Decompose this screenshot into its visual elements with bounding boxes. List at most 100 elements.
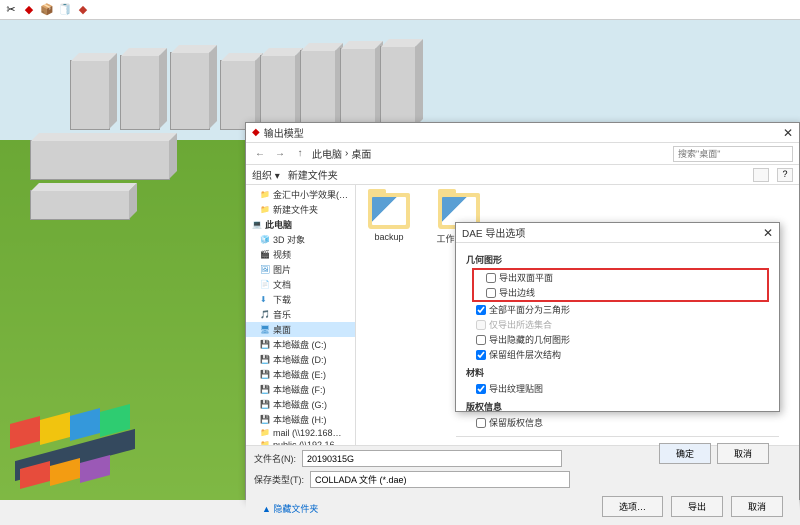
tree-item-icon: 📄 (260, 280, 270, 290)
opt-two-faces-checkbox[interactable] (486, 273, 496, 283)
nav-up-button[interactable]: ↑ (292, 148, 308, 159)
ruby-icon[interactable]: ◆ (76, 3, 90, 17)
scissors-icon[interactable]: ✂ (4, 3, 18, 17)
group-material-label: 材料 (466, 366, 769, 379)
tree-item-icon: 💾 (260, 385, 270, 395)
sketchup-icon: ◆ (252, 127, 260, 138)
tree-item[interactable]: ⬇下载 (246, 292, 355, 307)
tree-item-label: 本地磁盘 (D:) (273, 353, 327, 366)
tree-item-label: 视频 (273, 248, 291, 261)
tree-item-label: 文档 (273, 278, 291, 291)
model-playground (0, 380, 200, 500)
tree-item-label: 本地磁盘 (H:) (273, 413, 327, 426)
options-titlebar[interactable]: DAE 导出选项 ✕ (456, 223, 779, 243)
browser-toolbar: 组织 ▾ 新建文件夹 ? (246, 165, 799, 185)
tree-item-icon: 🖼 (260, 265, 270, 275)
app-toolbar: ✂ ◆ 📦 🧻 ◆ (0, 0, 800, 20)
tree-item[interactable]: 💾本地磁盘 (D:) (246, 352, 355, 367)
tree-item[interactable]: 📄文档 (246, 277, 355, 292)
opt-triangulate-checkbox[interactable] (476, 305, 486, 315)
tree-item[interactable]: 🖥桌面 (246, 322, 355, 337)
tree-item-icon: 📁 (260, 190, 270, 200)
nav-bar: ← → ↑ 此电脑 › 桌面 (246, 143, 799, 165)
tree-item[interactable]: 🖼图片 (246, 262, 355, 277)
folder-item[interactable]: backup (364, 193, 414, 242)
tree-item-icon: ⬇ (260, 295, 270, 305)
opt-hidden-label: 导出隐藏的几何图形 (489, 333, 570, 346)
breadcrumb[interactable]: 此电脑 › 桌面 (312, 146, 669, 161)
tree-item[interactable]: 💻此电脑 (246, 217, 355, 232)
options-cancel-button[interactable]: 取消 (717, 443, 769, 464)
tree-item-label: 本地磁盘 (G:) (273, 398, 327, 411)
opt-edges-checkbox[interactable] (486, 288, 496, 298)
roll-icon[interactable]: 🧻 (58, 3, 72, 17)
opt-hierarchy-checkbox[interactable] (476, 350, 486, 360)
breadcrumb-desktop[interactable]: 桌面 (351, 146, 371, 161)
opt-selection-checkbox (476, 320, 486, 330)
export-button[interactable]: 导出 (671, 496, 723, 517)
tree-item[interactable]: 💾本地磁盘 (E:) (246, 367, 355, 382)
tree-item-icon: 💾 (260, 355, 270, 365)
opt-copyright-label: 保留版权信息 (489, 416, 543, 429)
help-button[interactable]: ? (777, 168, 793, 182)
paint-icon[interactable]: ◆ (22, 3, 36, 17)
ok-button[interactable]: 确定 (659, 443, 711, 464)
filetype-select[interactable] (310, 471, 570, 488)
tree-item-icon: 💾 (260, 415, 270, 425)
tree-item-label: 音乐 (273, 308, 291, 321)
options-title: DAE 导出选项 (462, 225, 525, 240)
close-icon[interactable]: ✕ (783, 126, 793, 140)
tree-item[interactable]: 📁mail (\\192.168… (246, 427, 355, 439)
cube-icon[interactable]: 📦 (40, 3, 54, 17)
organize-button[interactable]: 组织 ▾ (252, 167, 280, 182)
folder-icon (368, 193, 410, 229)
opt-hidden-checkbox[interactable] (476, 335, 486, 345)
tree-item[interactable]: 💾本地磁盘 (G:) (246, 397, 355, 412)
tree-item-label: 桌面 (273, 323, 291, 336)
tree-item-icon: 📁 (260, 428, 270, 438)
folder-tree[interactable]: 📁金汇中小学效果(…📁新建文件夹💻此电脑🧊3D 对象🎬视频🖼图片📄文档⬇下载🎵音… (246, 185, 356, 445)
dae-options-dialog: DAE 导出选项 ✕ 几何图形 导出双面平面 导出边线 全部平面分为三角形 仅导… (455, 222, 780, 412)
search-input[interactable] (673, 146, 793, 162)
opt-texture-label: 导出纹理贴图 (489, 382, 543, 395)
tree-item[interactable]: 📁public (\\192.16… (246, 439, 355, 445)
opt-copyright-checkbox[interactable] (476, 418, 486, 428)
opt-texture-checkbox[interactable] (476, 384, 486, 394)
close-icon[interactable]: ✕ (763, 226, 773, 240)
tree-item-icon: 💾 (260, 340, 270, 350)
tree-item[interactable]: 📁新建文件夹 (246, 202, 355, 217)
tree-item-label: 本地磁盘 (F:) (273, 383, 326, 396)
tree-item-icon: 📁 (260, 440, 270, 445)
tree-item[interactable]: 💾本地磁盘 (F:) (246, 382, 355, 397)
tree-item-icon: 💻 (252, 220, 262, 230)
opt-two-faces-label: 导出双面平面 (499, 271, 553, 284)
group-copyright-label: 版权信息 (466, 400, 769, 413)
opt-edges-label: 导出边线 (499, 286, 535, 299)
filename-label: 文件名(N): (254, 452, 296, 465)
folder-label: backup (364, 232, 414, 242)
cancel-button[interactable]: 取消 (731, 496, 783, 517)
tree-item-label: 下载 (273, 293, 291, 306)
options-button[interactable]: 选项… (602, 496, 663, 517)
tree-item[interactable]: 🧊3D 对象 (246, 232, 355, 247)
nav-back-button[interactable]: ← (252, 148, 268, 159)
tree-item[interactable]: 🎬视频 (246, 247, 355, 262)
tree-item-icon: 🖥 (260, 325, 270, 335)
view-mode-button[interactable] (753, 168, 769, 182)
export-dialog-title: 输出模型 (264, 125, 304, 140)
tree-item-icon: 💾 (260, 370, 270, 380)
nav-forward-button[interactable]: → (272, 148, 288, 159)
hide-folders-link[interactable]: ▲ 隐藏文件夹 (254, 498, 318, 515)
breadcrumb-pc[interactable]: 此电脑 (312, 146, 342, 161)
tree-item-label: 本地磁盘 (C:) (273, 338, 327, 351)
tree-item[interactable]: 📁金汇中小学效果(… (246, 187, 355, 202)
group-geometry-label: 几何图形 (466, 253, 769, 266)
opt-selection-label: 仅导出所选集合 (489, 318, 552, 331)
tree-item[interactable]: 💾本地磁盘 (H:) (246, 412, 355, 427)
tree-item[interactable]: 💾本地磁盘 (C:) (246, 337, 355, 352)
opt-triangulate-label: 全部平面分为三角形 (489, 303, 570, 316)
tree-item[interactable]: 🎵音乐 (246, 307, 355, 322)
tree-item-icon: 📁 (260, 205, 270, 215)
export-dialog-titlebar[interactable]: ◆ 输出模型 ✕ (246, 123, 799, 143)
new-folder-button[interactable]: 新建文件夹 (288, 167, 338, 182)
